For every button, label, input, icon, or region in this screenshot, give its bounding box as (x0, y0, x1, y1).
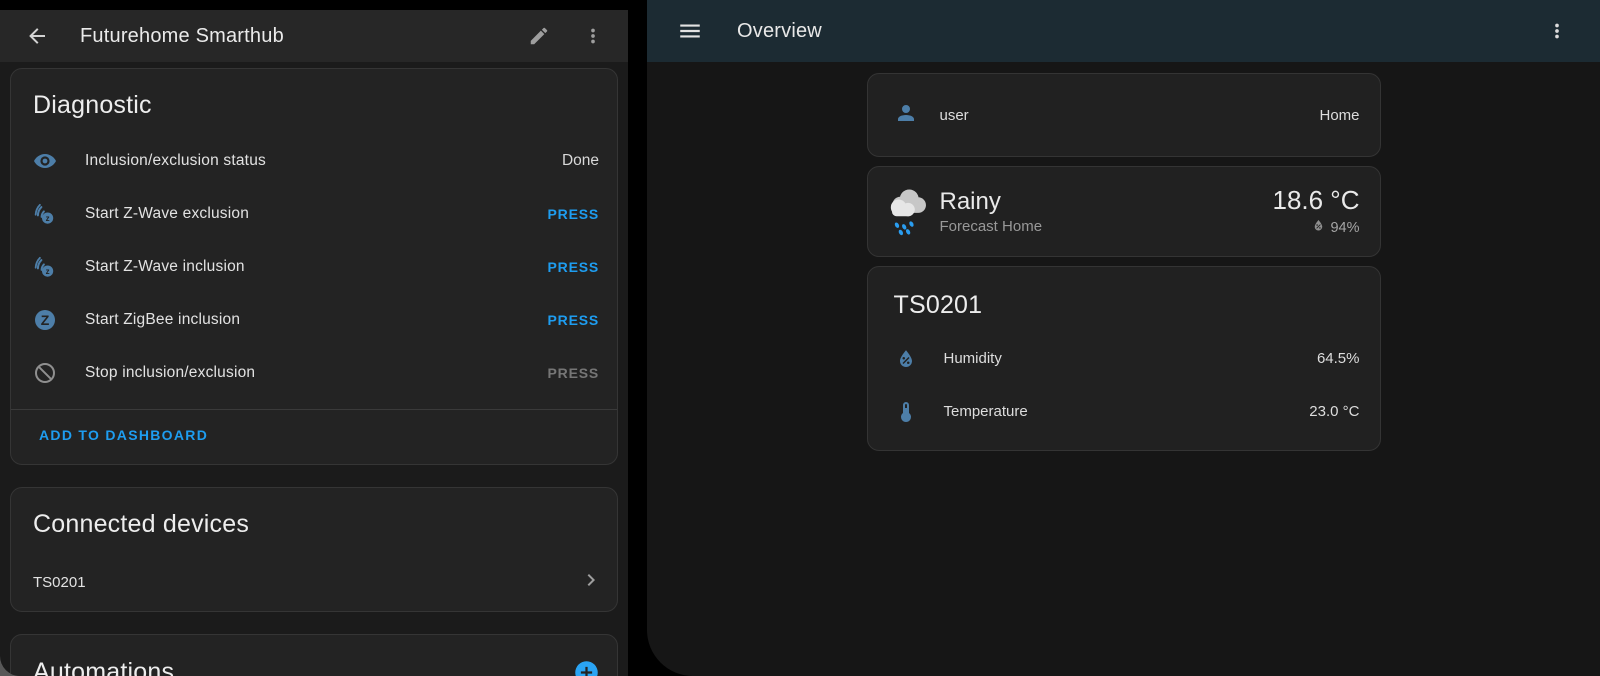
zwave-icon: z (33, 202, 57, 226)
device-name: TS0201 (33, 574, 86, 591)
device-page-window: Futurehome Smarthub Diagnostic (0, 0, 628, 676)
overview-window: Overview user Home (647, 0, 1600, 676)
automations-card-header: Automations (11, 635, 617, 676)
person-state: Home (1319, 107, 1359, 124)
diagnostic-row-label: Start Z-Wave exclusion (85, 205, 249, 223)
connected-devices-title: Connected devices (11, 488, 617, 553)
start-zigbee-inclusion-button[interactable]: PRESS (548, 312, 599, 328)
sensor-row-label: Humidity (944, 350, 1002, 367)
diagnostic-row-label: Inclusion/exclusion status (85, 152, 266, 170)
add-automation-button[interactable] (569, 655, 603, 676)
sensor-row-label: Temperature (944, 403, 1028, 420)
diagnostic-row: Stop inclusion/exclusion PRESS (11, 346, 617, 399)
water-percent-icon (894, 347, 918, 371)
overview-header: Overview (647, 0, 1600, 62)
weather-text: Rainy Forecast Home (940, 188, 1043, 235)
eye-icon (33, 149, 57, 173)
weather-condition: Rainy (940, 188, 1043, 217)
person-name: user (940, 107, 969, 124)
overflow-menu-button[interactable] (1540, 14, 1574, 48)
sidebar-menu-button[interactable] (673, 14, 707, 48)
diagnostic-card-title: Diagnostic (11, 69, 617, 134)
page-title: Futurehome Smarthub (80, 25, 284, 48)
sensor-card-title: TS0201 (868, 267, 1380, 332)
svg-text:Z: Z (41, 312, 50, 328)
arrow-left-icon (25, 24, 49, 48)
weather-humidity: 94% (1330, 220, 1359, 236)
overview-content: user Home (647, 62, 1600, 451)
diagnostic-row-label: Start Z-Wave inclusion (85, 258, 245, 276)
back-button[interactable] (20, 19, 54, 53)
svg-text:z: z (46, 214, 50, 223)
zigbee-icon: Z (33, 308, 57, 332)
device-page-content: Diagnostic Inclusion/exclusion status Do… (0, 62, 628, 676)
page-title: Overview (737, 20, 822, 43)
menu-icon (677, 18, 703, 44)
water-percent-icon (1311, 218, 1326, 237)
automations-title: Automations (33, 658, 174, 676)
start-zwave-exclusion-button[interactable]: PRESS (548, 206, 599, 222)
sensor-row: Temperature 23.0 °C (868, 385, 1380, 438)
weather-temperature: 18.6 °C (1272, 186, 1359, 216)
diagnostic-row: Z Start ZigBee inclusion PRESS (11, 293, 617, 346)
automations-card: Automations (10, 634, 618, 676)
account-icon (894, 101, 918, 130)
chevron-right-icon (579, 568, 603, 597)
pencil-icon (528, 25, 550, 47)
sensor-card: TS0201 Humidity 64.5% Temperature 23.0 °… (867, 266, 1381, 451)
weather-card[interactable]: Rainy Forecast Home 18.6 °C 94% (867, 166, 1381, 257)
weather-values: 18.6 °C 94% (1272, 186, 1359, 238)
person-card[interactable]: user Home (867, 73, 1381, 157)
dots-vertical-icon (582, 25, 604, 47)
sensor-row: Humidity 64.5% (868, 332, 1380, 385)
connected-devices-card: Connected devices TS0201 (10, 487, 618, 612)
diagnostic-row-label: Stop inclusion/exclusion (85, 364, 255, 382)
edit-device-button[interactable] (522, 19, 556, 53)
start-zwave-inclusion-button[interactable]: PRESS (548, 259, 599, 275)
svg-text:z: z (46, 267, 50, 276)
temperature-value[interactable]: 23.0 °C (1309, 403, 1359, 420)
block-icon (33, 361, 57, 385)
dots-vertical-icon (1546, 20, 1568, 42)
weather-subtitle: Forecast Home (940, 218, 1043, 235)
humidity-value[interactable]: 64.5% (1317, 350, 1360, 367)
diagnostic-row: z Start Z-Wave exclusion PRESS (11, 187, 617, 240)
overflow-menu-button[interactable] (576, 19, 610, 53)
zwave-icon: z (33, 255, 57, 279)
diagnostic-row-label: Start ZigBee inclusion (85, 311, 240, 329)
diagnostic-row: z Start Z-Wave inclusion PRESS (11, 240, 617, 293)
connected-device-row[interactable]: TS0201 (11, 553, 617, 611)
stop-inclusion-button[interactable]: PRESS (548, 365, 599, 381)
diagnostic-row: Inclusion/exclusion status Done (11, 134, 617, 187)
thermometer-icon (894, 400, 918, 424)
add-to-dashboard-button[interactable]: ADD TO DASHBOARD (39, 427, 208, 443)
plus-circle-icon (573, 659, 600, 676)
status-bar (0, 0, 628, 10)
device-page-header: Futurehome Smarthub (0, 10, 628, 62)
weather-rainy-icon (878, 180, 936, 243)
inclusion-status-value[interactable]: Done (562, 152, 599, 170)
diagnostic-card: Diagnostic Inclusion/exclusion status Do… (10, 68, 618, 465)
diagnostic-card-footer: ADD TO DASHBOARD (11, 410, 617, 464)
